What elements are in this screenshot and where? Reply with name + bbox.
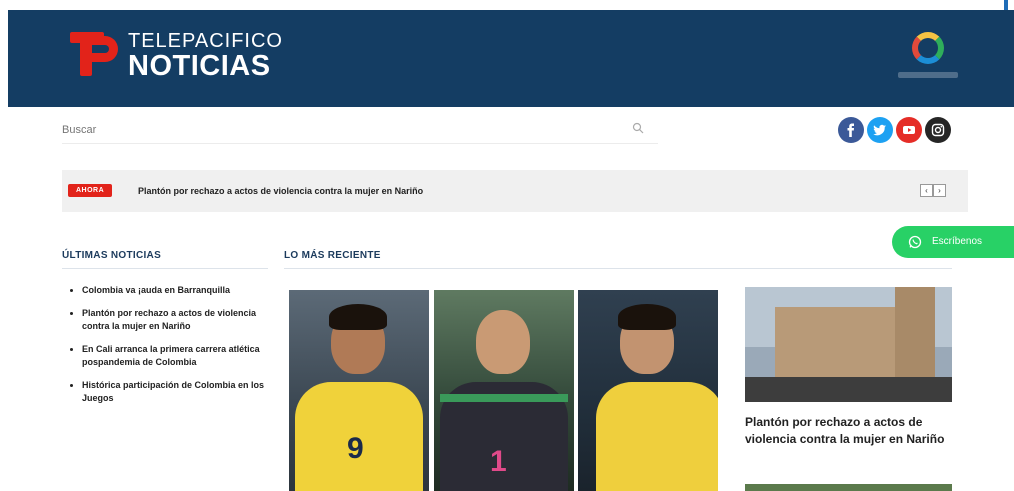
feature-article-title[interactable]: Plantón por rechazo a actos de violencia… — [745, 414, 959, 448]
most-recent-heading: LO MÁS RECIENTE — [284, 250, 381, 261]
news-photo-player-9[interactable]: 9 — [289, 290, 429, 491]
most-recent-divider — [284, 268, 952, 269]
list-item[interactable]: Plantón por rechazo a actos de violencia… — [62, 307, 268, 333]
logo-line-2: NOTICIAS — [128, 50, 271, 82]
player-jersey — [596, 382, 718, 491]
latest-news-divider — [62, 268, 268, 269]
list-item[interactable]: Colombia va ¡auda en Barranquilla — [62, 284, 268, 297]
news-photo-player[interactable] — [578, 290, 718, 491]
list-item[interactable]: Histórica participación de Colombia en l… — [62, 379, 268, 405]
breaking-badge: AHORA — [68, 184, 113, 197]
tp-logo-icon — [70, 32, 118, 78]
ticker-nav: ‹ › — [920, 184, 946, 197]
social-links — [838, 117, 951, 143]
search-icon[interactable] — [632, 122, 644, 134]
list-item[interactable]: En Cali arranca la primera carrera atlét… — [62, 343, 268, 369]
telepacifico-logo[interactable]: TELEPACIFICO NOTICIAS — [70, 28, 300, 90]
latest-news-list: Colombia va ¡auda en Barranquilla Plantó… — [62, 284, 268, 415]
youtube-icon[interactable] — [896, 117, 922, 143]
ticker-headline-link[interactable]: Plantón por rechazo a actos de violencia… — [138, 186, 423, 196]
player-head — [476, 310, 530, 374]
feature-article-image[interactable] — [745, 287, 952, 402]
ticker-prev-button[interactable]: ‹ — [920, 184, 933, 197]
player-hair — [618, 304, 676, 330]
search-input[interactable] — [62, 118, 622, 142]
latest-news-heading: ÚLTIMAS NOTICIAS — [62, 250, 162, 261]
top-corner — [948, 0, 1008, 10]
instagram-icon[interactable] — [925, 117, 951, 143]
jersey-stripe — [440, 394, 568, 402]
ticker-next-button[interactable]: › — [933, 184, 946, 197]
breaking-news-ticker: AHORA Plantón por rechazo a actos de vio… — [62, 170, 968, 212]
government-logo-icon[interactable] — [898, 30, 958, 92]
search-bar — [62, 118, 658, 144]
facebook-icon[interactable] — [838, 117, 864, 143]
site-header: TELEPACIFICO NOTICIAS — [8, 10, 1014, 107]
twitter-icon[interactable] — [867, 117, 893, 143]
whatsapp-label: Escríbenos — [932, 236, 983, 247]
jersey-number: 9 — [347, 432, 364, 465]
top-corner-bar — [1004, 0, 1008, 10]
news-photo-goalkeeper[interactable]: 1 — [434, 290, 574, 491]
next-article-image[interactable] — [745, 484, 952, 491]
whatsapp-icon — [908, 235, 922, 249]
whatsapp-button[interactable]: Escríbenos — [892, 226, 1014, 258]
player-hair — [329, 304, 387, 330]
jersey-number: 1 — [490, 445, 507, 478]
